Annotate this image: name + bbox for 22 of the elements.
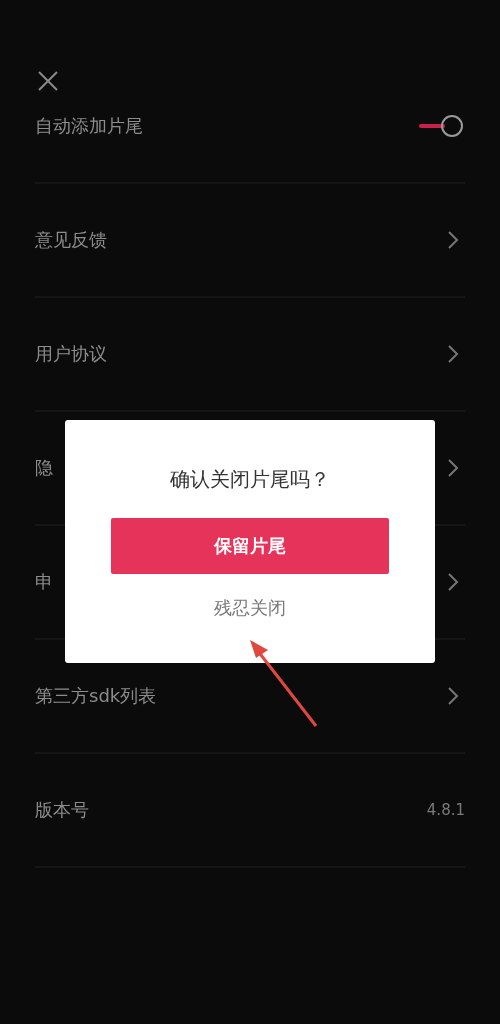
row-label: 申 (35, 570, 53, 594)
row-label: 第三方sdk列表 (35, 684, 157, 708)
chevron-icon (447, 686, 459, 706)
settings-row[interactable]: 用户协议 (35, 298, 465, 412)
chevron-icon (447, 458, 459, 478)
dialog-title: 确认关闭片尾吗？ (170, 466, 330, 493)
close-icon[interactable] (37, 70, 59, 92)
chevron-icon (447, 344, 459, 364)
row-label: 自动添加片尾 (35, 114, 143, 138)
chevron-icon (447, 230, 459, 250)
toggle-switch[interactable] (419, 113, 465, 139)
settings-row[interactable]: 版本号 4.8.1 (35, 754, 465, 868)
row-label: 意见反馈 (35, 228, 107, 252)
row-label: 用户协议 (35, 342, 107, 366)
row-label: 版本号 (35, 798, 89, 822)
row-label: 隐 (35, 456, 53, 480)
keep-button[interactable]: 保留片尾 (111, 518, 389, 574)
settings-row[interactable]: 意见反馈 (35, 184, 465, 298)
chevron-icon (447, 572, 459, 592)
settings-row[interactable]: 自动添加片尾 (35, 70, 465, 184)
close-button[interactable]: 残忍关闭 (214, 596, 286, 620)
version-number: 4.8.1 (426, 801, 465, 819)
